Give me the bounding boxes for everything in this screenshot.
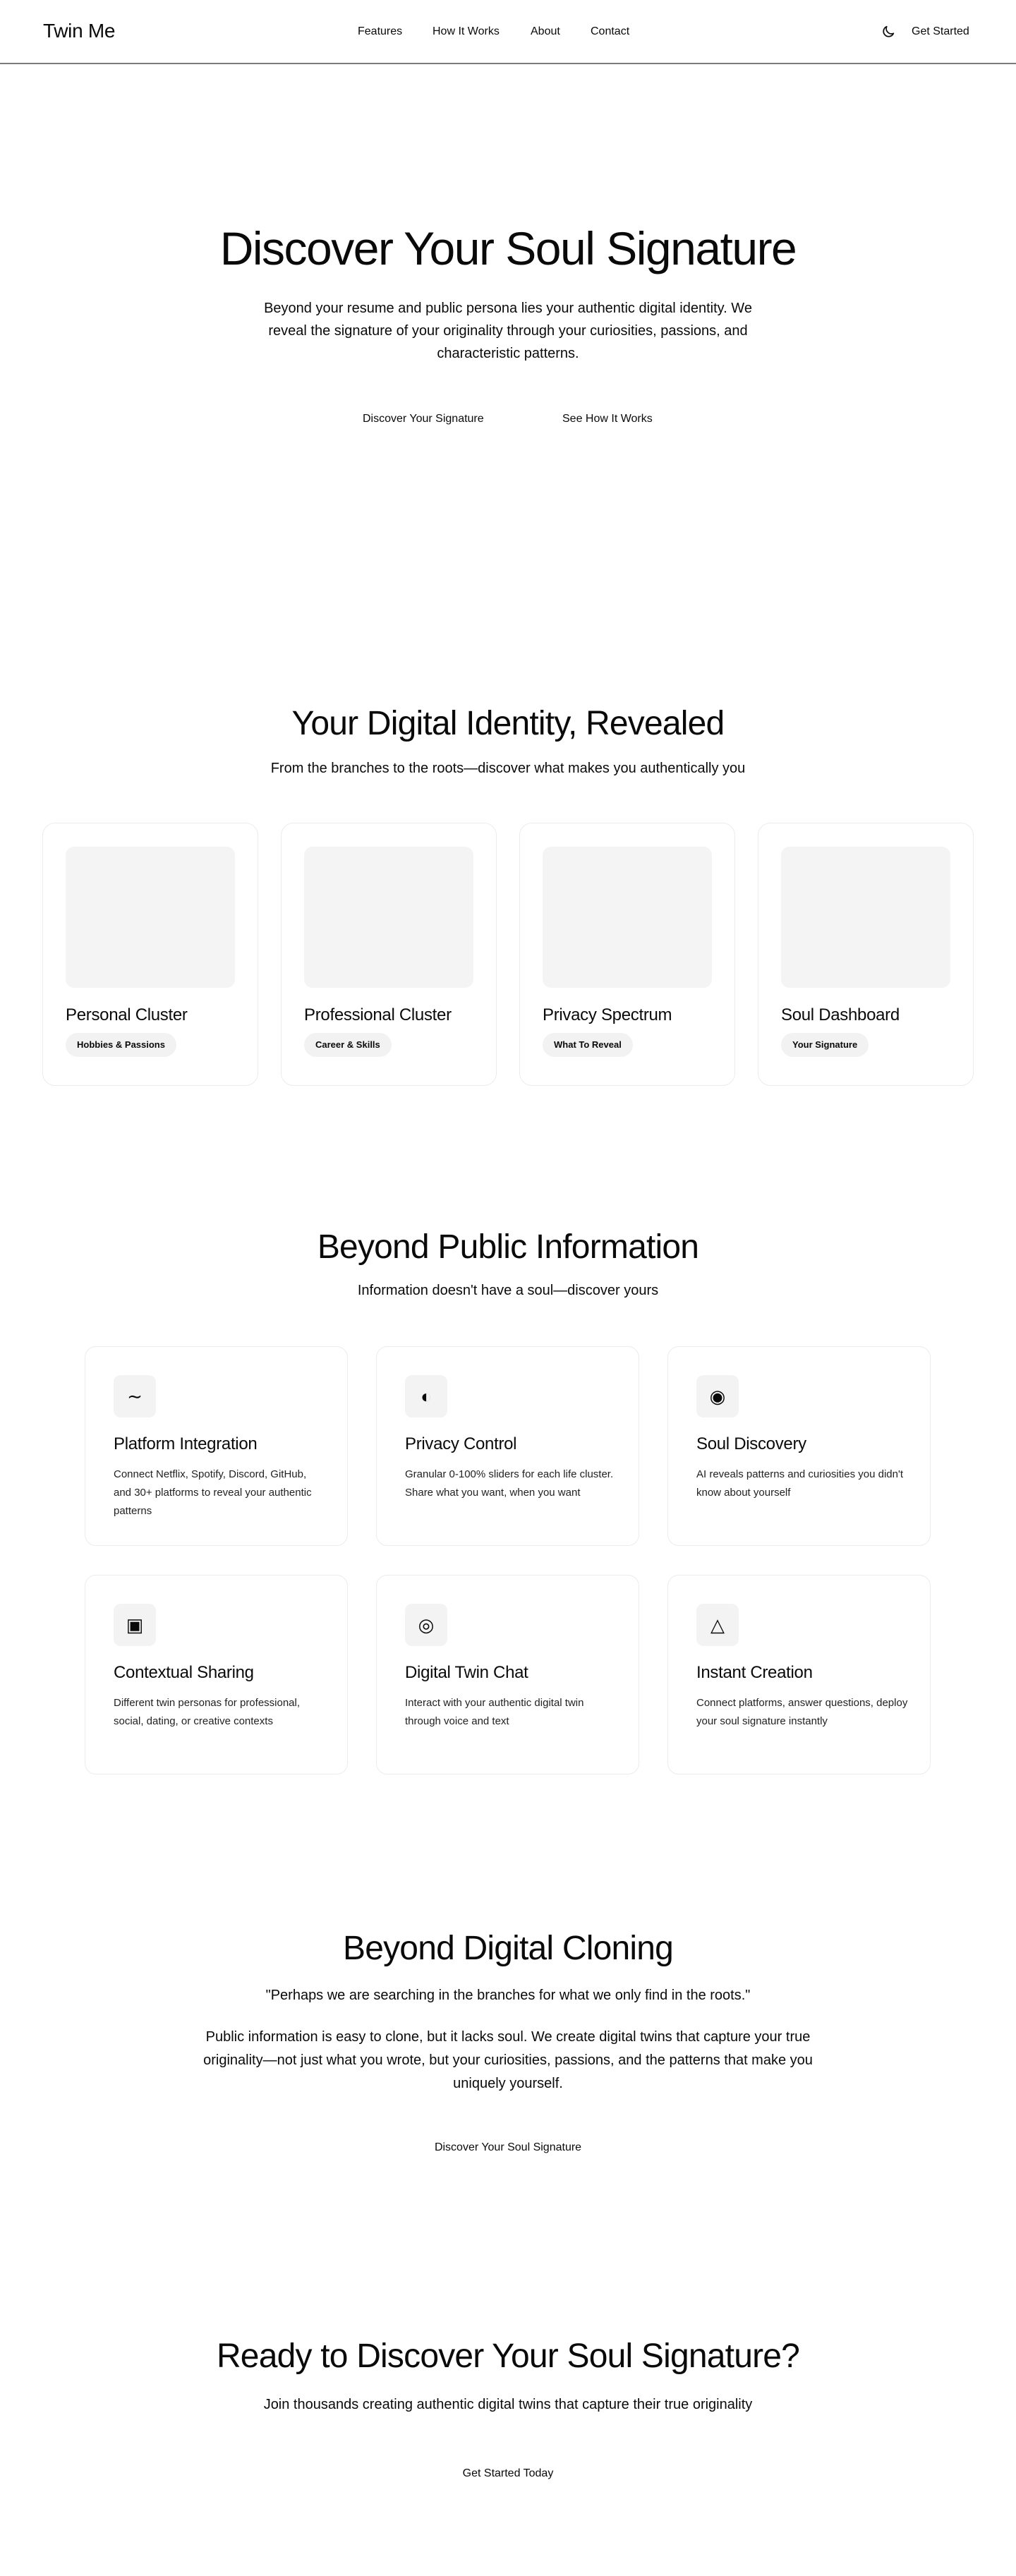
- feature-card-instant-creation: △ Instant Creation Connect platforms, an…: [667, 1575, 931, 1774]
- feature-description: Connect platforms, answer questions, dep…: [696, 1697, 908, 1727]
- nav-link-how-it-works[interactable]: How It Works: [433, 25, 500, 38]
- moon-icon[interactable]: [881, 24, 896, 40]
- identity-card-soul-dashboard[interactable]: Soul Dashboard Your Signature: [758, 823, 974, 1086]
- wave-icon: ∼: [114, 1375, 156, 1417]
- target-icon: ◉: [696, 1375, 739, 1417]
- square-dot-icon: ▣: [114, 1604, 156, 1646]
- card-image-placeholder: [543, 847, 712, 988]
- features-subtitle: Information doesn't have a soul—discover…: [357, 1283, 659, 1298]
- card-title: Professional Cluster: [304, 1005, 452, 1024]
- feature-description: Interact with your authentic digital twi…: [405, 1697, 584, 1727]
- card-title: Personal Cluster: [66, 1005, 188, 1024]
- feature-description: Connect Netflix, Spotify, Discord, GitHu…: [114, 1468, 312, 1517]
- card-tag: Career & Skills: [304, 1033, 392, 1057]
- hero-subtitle: Beyond your resume and public persona li…: [264, 301, 752, 361]
- feature-card-platform-integration: ∼ Platform Integration Connect Netflix, …: [85, 1346, 348, 1546]
- card-image-placeholder: [781, 847, 950, 988]
- bullseye-icon: ◎: [405, 1604, 447, 1646]
- discover-signature-button[interactable]: Discover Your Signature: [363, 413, 484, 425]
- feature-title: Contextual Sharing: [114, 1663, 254, 1682]
- site-header: Twin Me Features How It Works About Cont…: [0, 0, 1016, 64]
- see-how-it-works-button[interactable]: See How It Works: [562, 413, 653, 425]
- feature-card-contextual-sharing: ▣ Contextual Sharing Different twin pers…: [85, 1575, 348, 1774]
- feature-card-digital-twin-chat: ◎ Digital Twin Chat Interact with your a…: [376, 1575, 639, 1774]
- feature-description: Different twin personas for professional…: [114, 1697, 301, 1727]
- features-title: Beyond Public Information: [317, 1228, 699, 1266]
- feature-title: Instant Creation: [696, 1663, 813, 1682]
- feature-title: Digital Twin Chat: [405, 1663, 528, 1682]
- feature-title: Platform Integration: [114, 1434, 258, 1453]
- card-title: Privacy Spectrum: [543, 1005, 672, 1024]
- discover-soul-signature-button[interactable]: Discover Your Soul Signature: [0, 2141, 1016, 2154]
- identity-title: Your Digital Identity, Revealed: [291, 705, 725, 742]
- cloning-body: Public information is easy to clone, but…: [203, 2029, 813, 2091]
- card-image-placeholder: [304, 847, 473, 988]
- feature-description: Granular 0-100% sliders for each life cl…: [405, 1468, 614, 1499]
- card-tag: Your Signature: [781, 1033, 869, 1057]
- card-image-placeholder: [66, 847, 235, 988]
- cloning-quote: "Perhaps we are searching in the branche…: [265, 1988, 751, 2003]
- feature-card-soul-discovery: ◉ Soul Discovery AI reveals patterns and…: [667, 1346, 931, 1546]
- card-tag: Hobbies & Passions: [66, 1033, 176, 1057]
- cta-subtitle: Join thousands creating authentic digita…: [263, 2397, 753, 2412]
- identity-card-privacy[interactable]: Privacy Spectrum What To Reveal: [519, 823, 735, 1086]
- cloning-title: Beyond Digital Cloning: [342, 1930, 674, 1967]
- main-nav: Features How It Works About Contact: [0, 25, 1016, 40]
- feature-title: Privacy Control: [405, 1434, 517, 1453]
- nav-link-contact[interactable]: Contact: [591, 25, 629, 38]
- hero-title: Discover Your Soul Signature: [219, 222, 797, 274]
- get-started-today-button[interactable]: Get Started Today: [0, 2467, 1016, 2480]
- identity-subtitle: From the branches to the roots—discover …: [270, 761, 746, 776]
- feature-description: AI reveals patterns and curiosities you …: [696, 1468, 904, 1499]
- triangle-icon: △: [696, 1604, 739, 1646]
- card-title: Soul Dashboard: [781, 1005, 900, 1024]
- nav-link-features[interactable]: Features: [358, 25, 402, 38]
- identity-card-professional[interactable]: Professional Cluster Career & Skills: [281, 823, 497, 1086]
- card-tag: What To Reveal: [543, 1033, 633, 1057]
- nav-link-about[interactable]: About: [531, 25, 560, 38]
- feature-card-privacy-control: ◐ Privacy Control Granular 0-100% slider…: [376, 1346, 639, 1546]
- identity-card-personal[interactable]: Personal Cluster Hobbies & Passions: [42, 823, 258, 1086]
- half-circle-icon: ◐: [405, 1375, 447, 1417]
- feature-title: Soul Discovery: [696, 1434, 806, 1453]
- cta-title: Ready to Discover Your Soul Signature?: [216, 2338, 800, 2375]
- get-started-button[interactable]: Get Started: [912, 25, 969, 38]
